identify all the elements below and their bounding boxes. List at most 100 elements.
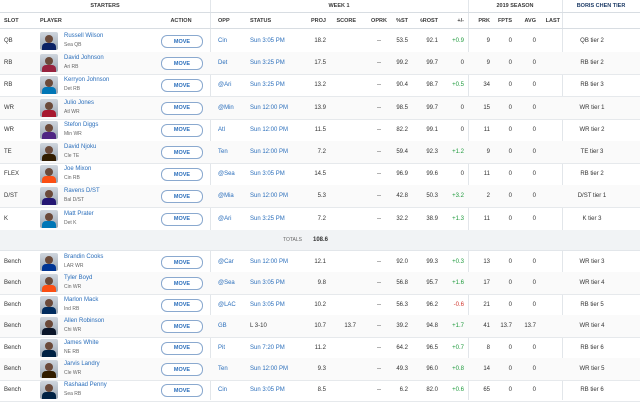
player-name-link[interactable]: Joe Mixon bbox=[64, 166, 91, 172]
player-team-position: Min WR bbox=[64, 130, 82, 137]
player-team-position: Sea RB bbox=[64, 391, 82, 398]
col-oprk[interactable]: OPRK bbox=[370, 14, 388, 28]
player-name-link[interactable]: Allen Robinson bbox=[64, 318, 104, 324]
game-status[interactable]: Sun 12:00 PM bbox=[250, 185, 310, 207]
col-last[interactable]: LAST bbox=[544, 14, 560, 28]
player-name-link[interactable]: Julio Jones bbox=[64, 100, 94, 106]
col-score[interactable]: SCORE bbox=[336, 14, 356, 28]
move-button[interactable]: MOVE bbox=[161, 57, 203, 71]
col-opp[interactable]: OPP bbox=[218, 14, 248, 28]
last-points bbox=[544, 379, 560, 401]
player-avatar bbox=[40, 295, 58, 314]
move-button[interactable]: MOVE bbox=[161, 341, 203, 355]
col-avg[interactable]: AVG bbox=[520, 14, 536, 28]
move-button[interactable]: MOVE bbox=[161, 256, 203, 269]
col-prost[interactable]: %ROST bbox=[420, 14, 438, 28]
table-row: RB Kerryon Johnson Det RB MOVE @Ari Sun 3:25 … bbox=[0, 74, 640, 98]
plus-minus-value: 0 bbox=[460, 60, 464, 67]
projected-points: 11.2 bbox=[314, 344, 326, 351]
game-status[interactable]: Sun 7:20 PM bbox=[250, 337, 310, 359]
opponent-link[interactable]: @Car bbox=[218, 251, 248, 273]
score-value: 13.7 bbox=[344, 323, 356, 330]
opponent-link[interactable]: Cin bbox=[218, 30, 248, 52]
opponent-link[interactable]: @Ari bbox=[218, 74, 248, 96]
slot-label: Bench bbox=[4, 366, 22, 372]
col-status[interactable]: STATUS bbox=[250, 14, 310, 28]
fantasy-points: 0 bbox=[508, 301, 512, 308]
player-name-link[interactable]: Jarvis Landry bbox=[64, 361, 100, 367]
slot-label: QB bbox=[4, 38, 13, 44]
opponent-link[interactable]: Pit bbox=[218, 337, 248, 359]
opponent-link[interactable]: @Sea bbox=[218, 163, 248, 185]
player-name-link[interactable]: Stefon Diggs bbox=[64, 122, 98, 128]
opponent-link[interactable]: Det bbox=[218, 52, 248, 74]
player-name-link[interactable]: Ravens D/ST bbox=[64, 188, 100, 194]
game-status[interactable]: L 3-10 bbox=[250, 315, 310, 337]
opponent-link[interactable]: Cin bbox=[218, 379, 248, 401]
projected-points: 18.2 bbox=[314, 38, 326, 44]
opponent-link[interactable]: Ten bbox=[218, 358, 248, 380]
game-status[interactable]: Sun 3:05 PM bbox=[250, 294, 310, 316]
player-name-link[interactable]: David Johnson bbox=[64, 55, 104, 61]
game-status[interactable]: Sun 3:05 PM bbox=[250, 163, 310, 185]
game-status[interactable]: Sun 3:25 PM bbox=[250, 52, 310, 74]
opponent-link[interactable]: @Sea bbox=[218, 272, 248, 294]
move-button[interactable]: MOVE bbox=[161, 212, 203, 226]
move-button[interactable]: MOVE bbox=[161, 190, 203, 204]
move-button[interactable]: MOVE bbox=[161, 320, 203, 334]
player-name-link[interactable]: Russell Wilson bbox=[64, 33, 103, 39]
percent-started: 99.2 bbox=[396, 60, 408, 67]
last-points bbox=[544, 52, 560, 74]
player-name-link[interactable]: Tyler Boyd bbox=[64, 275, 92, 281]
game-status[interactable]: Sun 12:00 PM bbox=[250, 97, 310, 119]
move-button[interactable]: MOVE bbox=[161, 384, 203, 398]
opponent-link[interactable]: @Mia bbox=[218, 185, 248, 207]
move-button[interactable]: MOVE bbox=[161, 35, 203, 48]
game-status[interactable]: Sun 12:00 PM bbox=[250, 141, 310, 163]
opponent-link[interactable]: GB bbox=[218, 315, 248, 337]
opponent-link[interactable]: @LAC bbox=[218, 294, 248, 316]
player-name-link[interactable]: Rashaad Penny bbox=[64, 382, 107, 388]
player-name-link[interactable]: James White bbox=[64, 340, 99, 346]
move-button[interactable]: MOVE bbox=[161, 277, 203, 291]
game-status[interactable]: Sun 12:00 PM bbox=[250, 119, 310, 141]
opponent-link[interactable]: Atl bbox=[218, 119, 248, 141]
average-points: 0 bbox=[532, 259, 536, 265]
col-pst[interactable]: %ST bbox=[392, 14, 408, 28]
table-row: QB Russell Wilson Sea QB MOVE Cin Sun 3:05 PM… bbox=[0, 30, 640, 53]
opponent-link[interactable]: Ten bbox=[218, 141, 248, 163]
col-plus-minus[interactable]: +/- bbox=[444, 14, 464, 28]
move-button[interactable]: MOVE bbox=[161, 168, 203, 182]
opponent-link[interactable]: @Min bbox=[218, 97, 248, 119]
move-button[interactable]: MOVE bbox=[161, 146, 203, 159]
game-status[interactable]: Sun 3:05 PM bbox=[250, 272, 310, 294]
move-button[interactable]: MOVE bbox=[161, 101, 203, 115]
game-status[interactable]: Sun 3:05 PM bbox=[250, 379, 310, 401]
move-button[interactable]: MOVE bbox=[161, 123, 203, 137]
move-button[interactable]: MOVE bbox=[161, 298, 203, 312]
player-name-link[interactable]: Matt Prater bbox=[64, 211, 94, 217]
projected-points: 5.3 bbox=[317, 193, 326, 200]
average-points: 0 bbox=[532, 344, 536, 351]
move-button[interactable]: MOVE bbox=[161, 363, 203, 376]
move-button[interactable]: MOVE bbox=[161, 79, 203, 93]
col-fpts[interactable]: FPTS bbox=[496, 14, 512, 28]
position-rank: 15 bbox=[483, 104, 490, 111]
col-prk[interactable]: PRK bbox=[474, 14, 490, 28]
plus-minus-value: +1.7 bbox=[452, 323, 464, 330]
player-name-link[interactable]: Marlon Mack bbox=[64, 297, 98, 303]
player-name-link[interactable]: Kerryon Johnson bbox=[64, 77, 109, 83]
opponent-rank: -- bbox=[377, 126, 381, 133]
percent-rostered: 95.7 bbox=[426, 280, 438, 287]
game-status[interactable]: Sun 12:00 PM bbox=[250, 251, 310, 273]
game-status[interactable]: Sun 3:05 PM bbox=[250, 30, 310, 52]
opponent-link[interactable]: @Ari bbox=[218, 208, 248, 230]
tier-label: RB tier 2 bbox=[580, 171, 604, 178]
game-status[interactable]: Sun 3:25 PM bbox=[250, 74, 310, 96]
col-proj[interactable]: PROJ bbox=[308, 14, 326, 28]
game-status[interactable]: Sun 12:00 PM bbox=[250, 358, 310, 380]
game-status[interactable]: Sun 3:25 PM bbox=[250, 208, 310, 230]
player-name-link[interactable]: David Njoku bbox=[64, 144, 96, 150]
plus-minus-value: +1.3 bbox=[452, 215, 464, 222]
player-name-link[interactable]: Brandin Cooks bbox=[64, 254, 103, 260]
